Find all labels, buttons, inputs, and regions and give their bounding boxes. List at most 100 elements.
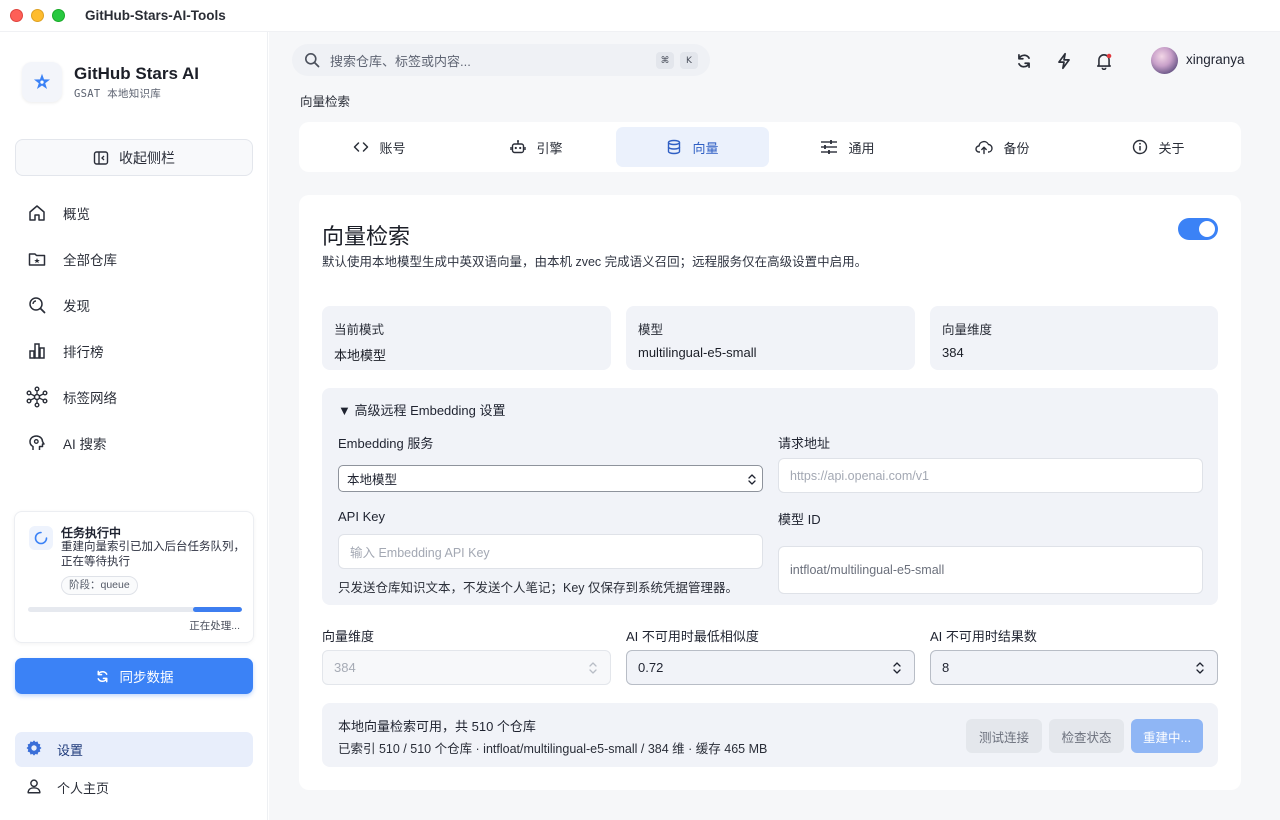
brand-subtitle: GSAT 本地知识库 bbox=[74, 87, 162, 100]
collapse-sidebar-button[interactable]: 收起侧栏 bbox=[15, 139, 253, 176]
result-count-value: 8 bbox=[942, 660, 950, 675]
request-url-input[interactable]: https://api.openai.com/v1 bbox=[778, 458, 1203, 493]
code-icon bbox=[354, 142, 369, 152]
database-icon bbox=[668, 139, 681, 155]
sidebar-item-leaderboard[interactable]: 排行榜 bbox=[15, 328, 253, 374]
stat-current-mode: 当前模式 本地模型 bbox=[322, 306, 611, 370]
embedding-service-label: Embedding 服务 bbox=[338, 436, 434, 451]
tab-label: 引擎 bbox=[536, 140, 563, 156]
tab-engine[interactable]: 引擎 bbox=[460, 127, 613, 167]
sidebar-item-label: 设置 bbox=[57, 743, 84, 758]
refresh-icon bbox=[1018, 53, 1030, 69]
tab-label: 通用 bbox=[848, 140, 875, 156]
robot-icon bbox=[510, 140, 527, 154]
task-status-text: 正在处理... bbox=[189, 620, 240, 632]
tab-account[interactable]: 账号 bbox=[303, 127, 456, 167]
embedding-service-select[interactable]: 本地模型 bbox=[338, 465, 763, 492]
sidebar-panel-icon bbox=[93, 150, 109, 165]
sidebar-item-tag-network[interactable]: 标签网络 bbox=[15, 374, 253, 420]
sidebar-item-settings[interactable]: 设置 bbox=[15, 732, 253, 767]
window-controls bbox=[10, 9, 65, 22]
test-connection-button[interactable]: 测试连接 bbox=[966, 719, 1042, 753]
sidebar-bottom-nav: 设置 个人主页 bbox=[15, 732, 253, 808]
star-sparkle-icon bbox=[22, 62, 62, 102]
sidebar: GitHub Stars AI GSAT 本地知识库 收起侧栏 概览 全部仓库 … bbox=[0, 32, 268, 820]
zoom-window-button[interactable] bbox=[52, 9, 65, 22]
sidebar-nav: 概览 全部仓库 发现 排行榜 标签网络 AI 搜索 bbox=[15, 190, 253, 466]
stat-value: multilingual-e5-small bbox=[638, 345, 757, 360]
api-key-placeholder: 输入 Embedding API Key bbox=[350, 546, 490, 560]
stepper-arrows-icon[interactable] bbox=[892, 660, 902, 676]
sidebar-item-label: AI 搜索 bbox=[63, 437, 107, 452]
sidebar-item-all-repos[interactable]: 全部仓库 bbox=[15, 236, 253, 282]
task-progress-fill bbox=[193, 607, 242, 612]
sidebar-item-discover[interactable]: 发现 bbox=[15, 282, 253, 328]
stat-value: 384 bbox=[942, 345, 964, 360]
folder-star-icon bbox=[25, 247, 49, 271]
username[interactable]: xingranya bbox=[1186, 52, 1245, 67]
brand: GitHub Stars AI GSAT 本地知识库 bbox=[22, 62, 199, 102]
sync-data-label: 同步数据 bbox=[119, 670, 174, 685]
info-icon bbox=[1133, 139, 1148, 155]
stat-label: 模型 bbox=[638, 323, 664, 337]
sidebar-item-label: 个人主页 bbox=[57, 781, 110, 796]
embedding-service-value: 本地模型 bbox=[347, 473, 398, 487]
stat-value: 本地模型 bbox=[334, 348, 387, 363]
stepper-arrows-icon[interactable] bbox=[1195, 660, 1205, 676]
cloud-upload-icon bbox=[975, 140, 994, 155]
collapse-sidebar-label: 收起侧栏 bbox=[119, 149, 175, 166]
stat-model: 模型 multilingual-e5-small bbox=[626, 306, 915, 370]
sync-icon bbox=[97, 670, 107, 682]
index-status-main: 本地向量检索可用，共 510 个仓库 bbox=[338, 719, 536, 734]
bar-chart-icon bbox=[25, 339, 49, 363]
minimize-window-button[interactable] bbox=[31, 9, 44, 22]
tab-about[interactable]: 关于 bbox=[1082, 127, 1235, 167]
sync-data-button[interactable]: 同步数据 bbox=[15, 658, 253, 694]
quick-action-button[interactable] bbox=[1053, 50, 1075, 72]
sidebar-item-label: 标签网络 bbox=[63, 391, 117, 406]
result-count-stepper[interactable]: 8 bbox=[930, 650, 1218, 685]
close-window-button[interactable] bbox=[10, 9, 23, 22]
tab-vector[interactable]: 向量 bbox=[616, 127, 769, 167]
avatar[interactable] bbox=[1151, 47, 1178, 74]
stat-label: 向量维度 bbox=[942, 323, 993, 337]
sidebar-item-overview[interactable]: 概览 bbox=[15, 190, 253, 236]
refresh-button[interactable] bbox=[1013, 50, 1035, 72]
notifications-button[interactable] bbox=[1093, 50, 1115, 72]
sidebar-item-label: 全部仓库 bbox=[63, 253, 117, 268]
check-status-button[interactable]: 检查状态 bbox=[1049, 719, 1124, 753]
min-similarity-label: AI 不可用时最低相似度 bbox=[626, 629, 759, 644]
shortcut-k-key: K bbox=[680, 52, 698, 69]
vector-search-toggle[interactable] bbox=[1178, 218, 1218, 240]
privacy-note: 只发送仓库知识文本，不发送个人笔记；Key 仅保存到系统凭据管理器。 bbox=[338, 581, 739, 595]
home-icon bbox=[25, 201, 49, 225]
vector-settings-panel: 向量检索 默认使用本地模型生成中英双语向量，由本机 zvec 完成语义召回；远程… bbox=[299, 195, 1241, 790]
panel-description: 默认使用本地模型生成中英双语向量，由本机 zvec 完成语义召回；远程服务仅在高… bbox=[322, 255, 868, 269]
rebuild-index-button[interactable]: 重建中... bbox=[1131, 719, 1203, 753]
search-input[interactable]: 搜索仓库、标签或内容... ⌘ K bbox=[292, 44, 710, 76]
tab-backup[interactable]: 备份 bbox=[926, 127, 1079, 167]
api-key-input[interactable]: 输入 Embedding API Key bbox=[338, 534, 763, 569]
task-title: 任务执行中 bbox=[61, 526, 122, 540]
window-title: GitHub-Stars-AI-Tools bbox=[85, 8, 226, 23]
tab-label: 备份 bbox=[1003, 140, 1030, 156]
result-count-label: AI 不可用时结果数 bbox=[930, 629, 1037, 644]
breadcrumb: 向量检索 bbox=[300, 95, 351, 109]
top-bar: 搜索仓库、标签或内容... ⌘ K xingranya bbox=[269, 32, 1280, 88]
settings-tabs: 账号 引擎 向量 通用 备份 关于 bbox=[299, 122, 1241, 172]
dimension-label: 向量维度 bbox=[322, 629, 375, 644]
model-id-label: 模型 ID bbox=[778, 512, 821, 527]
advanced-settings-toggle[interactable]: ▼ 高级远程 Embedding 设置 bbox=[338, 400, 505, 419]
min-similarity-stepper[interactable]: 0.72 bbox=[626, 650, 915, 685]
index-status-bar: 本地向量检索可用，共 510 个仓库 已索引 510 / 510 个仓库 · i… bbox=[322, 703, 1218, 767]
tab-general[interactable]: 通用 bbox=[771, 127, 924, 167]
bell-icon bbox=[1097, 53, 1112, 70]
task-status-card: 任务执行中 重建向量索引已加入后台任务队列，正在等待执行 阶段：queue 正在… bbox=[14, 511, 254, 643]
sidebar-item-label: 排行榜 bbox=[63, 345, 104, 360]
lightning-icon bbox=[1058, 52, 1070, 70]
ai-brain-icon bbox=[25, 431, 49, 455]
sidebar-item-ai-search[interactable]: AI 搜索 bbox=[15, 420, 253, 466]
shortcut-mod-key: ⌘ bbox=[656, 52, 674, 69]
model-id-input[interactable]: intfloat/multilingual-e5-small bbox=[778, 546, 1203, 594]
sidebar-item-profile[interactable]: 个人主页 bbox=[15, 770, 253, 805]
